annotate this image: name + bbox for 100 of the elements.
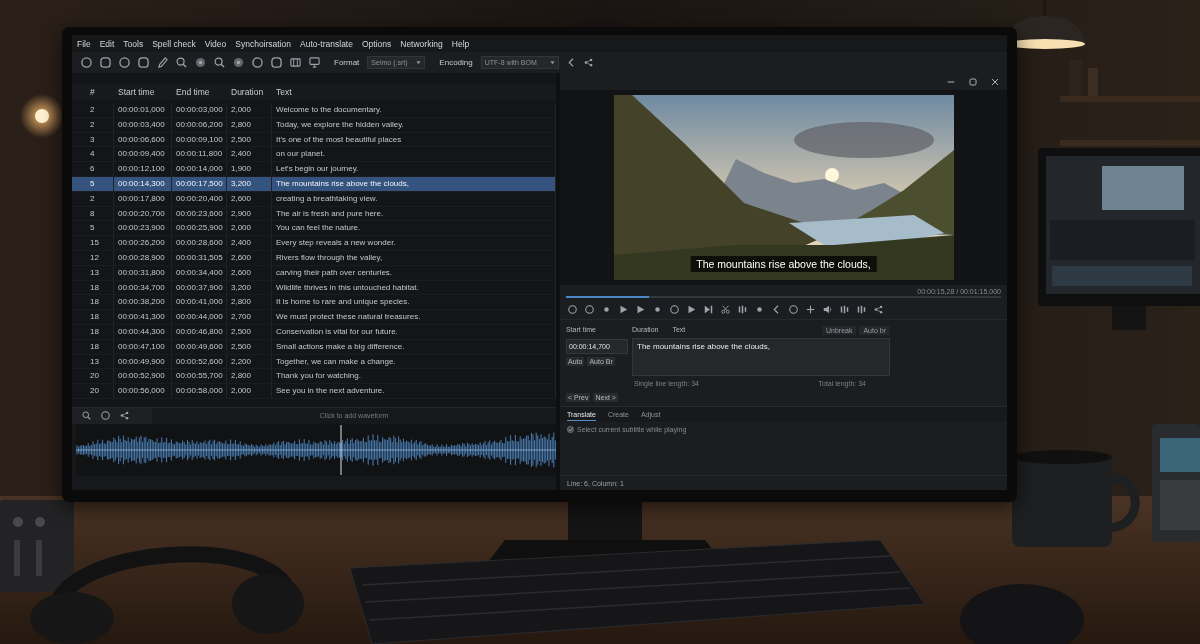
subtitle-text-field[interactable]: The mountains rise above the clouds, [632, 338, 890, 376]
share-icon[interactable] [583, 58, 593, 67]
menu-item[interactable]: Synchoirsation [235, 38, 292, 49]
table-cell: 00:00:34,400 [172, 265, 227, 280]
table-cell: 2 [72, 103, 114, 117]
menu-item[interactable]: Spell check [152, 38, 196, 49]
table-row[interactable]: 12 00:00:28,900 00:00:31,505 2,600 Rivers flow through the valley, [72, 250, 556, 266]
table-row[interactable]: 8 00:00:20,700 00:00:23,600 2,900 The air is fresh and pure here. [72, 206, 556, 222]
table-cell: 6 [72, 162, 114, 177]
table-cell: 00:00:38,200 [114, 295, 172, 310]
table-row[interactable]: 3 00:00:06,600 00:00:09,100 2,500 It's one of the most beautiful places [72, 132, 556, 148]
close-icon[interactable] [991, 77, 999, 86]
rounded-square-icon[interactable] [100, 57, 111, 68]
column-header[interactable]: Start time [114, 87, 172, 97]
table-cell: 2,000 [227, 221, 272, 236]
chevron-left-icon[interactable] [566, 58, 576, 67]
bars-icon[interactable] [857, 305, 866, 314]
column-header[interactable]: Text [272, 87, 556, 97]
menu-item[interactable]: Help [451, 38, 470, 49]
rounded-square-icon[interactable] [271, 57, 282, 68]
ring-icon[interactable] [789, 305, 798, 314]
table-row[interactable]: 6 00:00:12,100 00:00:14,000 1,900 Let's begin our journey. [72, 162, 556, 177]
table-cell: 00:00:31,505 [172, 250, 227, 265]
table-cell: 00:00:47,100 [114, 339, 172, 354]
search-icon[interactable] [82, 411, 91, 421]
table-row[interactable]: 18 00:00:34,700 00:00:37,900 3,200 Wildlife thrives in this untouched habitat. [72, 280, 556, 296]
menu-item[interactable]: File [77, 38, 91, 49]
plus-icon[interactable] [806, 305, 815, 314]
film-icon[interactable] [290, 57, 301, 68]
pen-icon[interactable] [157, 57, 168, 68]
table-row[interactable]: 18 00:00:44,300 00:00:46,800 2,500 Conservation is vital for our future. [72, 324, 556, 340]
menu-item[interactable]: Auto-translate [300, 38, 353, 49]
ring-icon[interactable] [81, 57, 92, 68]
table-cell: 00:00:49,900 [114, 354, 172, 369]
chevron-left-icon[interactable] [772, 305, 781, 314]
menu-item[interactable]: Edit [99, 38, 115, 49]
table-cell: 3,200 [227, 280, 272, 295]
table-row[interactable]: 18 00:00:41,300 00:00:44,000 2,700 We must protect these natural treasures. [72, 310, 556, 325]
table-row[interactable]: 13 00:00:31,800 00:00:34,400 2,600 carving their path over centuries. [72, 265, 556, 281]
table-cell: Together, we can make a change. [272, 354, 556, 369]
table-cell: 2 [72, 191, 114, 206]
table-cell: The mountains rise above the clouds, [272, 177, 556, 191]
dot-icon[interactable] [653, 305, 662, 314]
ring-icon[interactable] [101, 411, 110, 421]
ring-icon[interactable] [252, 57, 263, 68]
rounded-square-icon[interactable] [138, 57, 149, 68]
table-row[interactable]: 2 00:00:03,400 00:00:06,200 2,800 Today, we explore the hidden valley. [72, 117, 556, 133]
table-cell: 3 [72, 132, 114, 147]
search-icon[interactable] [176, 57, 187, 68]
table-cell: 00:00:17,500 [172, 177, 227, 191]
menu-item[interactable]: Video [204, 38, 227, 49]
table-cell: 2,900 [227, 206, 272, 221]
share-icon[interactable] [120, 411, 129, 421]
maximize-icon[interactable] [969, 77, 977, 86]
table-row[interactable]: 18 00:00:47,100 00:00:49,600 2,500 Small actions make a big difference. [72, 339, 556, 355]
search-icon[interactable] [214, 57, 225, 68]
bars-icon[interactable] [738, 305, 747, 314]
table-cell: Today, we explore the hidden valley. [272, 117, 556, 132]
dot-icon[interactable] [755, 305, 764, 314]
monitor-icon[interactable] [309, 57, 320, 68]
dot-icon[interactable] [602, 305, 611, 314]
disc-icon[interactable] [233, 57, 244, 68]
table-cell: 00:00:25,900 [172, 221, 227, 236]
scissors-icon[interactable] [721, 305, 730, 314]
ring-icon[interactable] [670, 305, 679, 314]
column-header[interactable]: End time [172, 87, 227, 97]
bars-icon[interactable] [840, 305, 849, 314]
table-row[interactable]: 5 00:00:23,900 00:00:25,900 2,000 You can feel the nature. [72, 221, 556, 237]
waveform-drawing[interactable] [76, 423, 556, 476]
speaker-icon[interactable] [823, 305, 832, 314]
checkbox[interactable] [567, 425, 574, 433]
table-cell: 00:00:23,600 [172, 206, 227, 221]
table-cell: 2,600 [227, 191, 272, 206]
column-header[interactable]: # [72, 87, 114, 97]
skip-icon[interactable] [704, 305, 713, 314]
disc-icon[interactable] [195, 57, 206, 68]
table-cell: 18 [72, 280, 114, 295]
share-icon[interactable] [874, 305, 883, 314]
table-row[interactable]: 20 00:00:56,000 00:00:58,000 2,000 See you in the next adventure. [72, 384, 556, 399]
column-header[interactable]: Duration [227, 87, 272, 97]
play-icon[interactable] [687, 305, 696, 314]
table-cell: We must protect these natural treasures. [272, 310, 556, 325]
table-row[interactable]: 18 00:00:38,200 00:00:41,000 2,800 It is home to rare and unique species. [72, 295, 556, 311]
table-cell: 00:00:52,900 [114, 369, 172, 384]
table-cell: 8 [72, 206, 114, 221]
table-row[interactable]: 4 00:00:09,400 00:00:11,800 2,400 on our planet. [72, 147, 556, 163]
table-row[interactable]: 2 00:00:01,000 00:00:03,000 2,000 Welcome to the documentary. [72, 103, 556, 118]
table-row[interactable]: 20 00:00:52,900 00:00:55,700 2,800 Thank you for watching. [72, 369, 556, 385]
wall-lamp-drawing [20, 94, 64, 138]
table-row[interactable]: 13 00:00:49,900 00:00:52,600 2,200 Together, we can make a change. [72, 354, 556, 370]
table-cell: 00:00:26,200 [114, 236, 172, 251]
menu-item[interactable]: Options [361, 38, 392, 49]
menu-item[interactable]: Tools [123, 38, 144, 49]
table-row[interactable]: 2 00:00:17,800 00:00:20,400 2,600 creating a breathtaking view. [72, 191, 556, 207]
ring-icon[interactable] [119, 57, 130, 68]
table-cell: 15 [72, 236, 114, 251]
table-row[interactable]: 15 00:00:26,200 00:00:28,600 2,400 Every step reveals a new wonder. [72, 236, 556, 251]
table-cell: 00:00:23,900 [114, 221, 172, 236]
menu-item[interactable]: Networking [400, 38, 443, 49]
table-cell: Wildlife thrives in this untouched habitat. [272, 280, 556, 295]
